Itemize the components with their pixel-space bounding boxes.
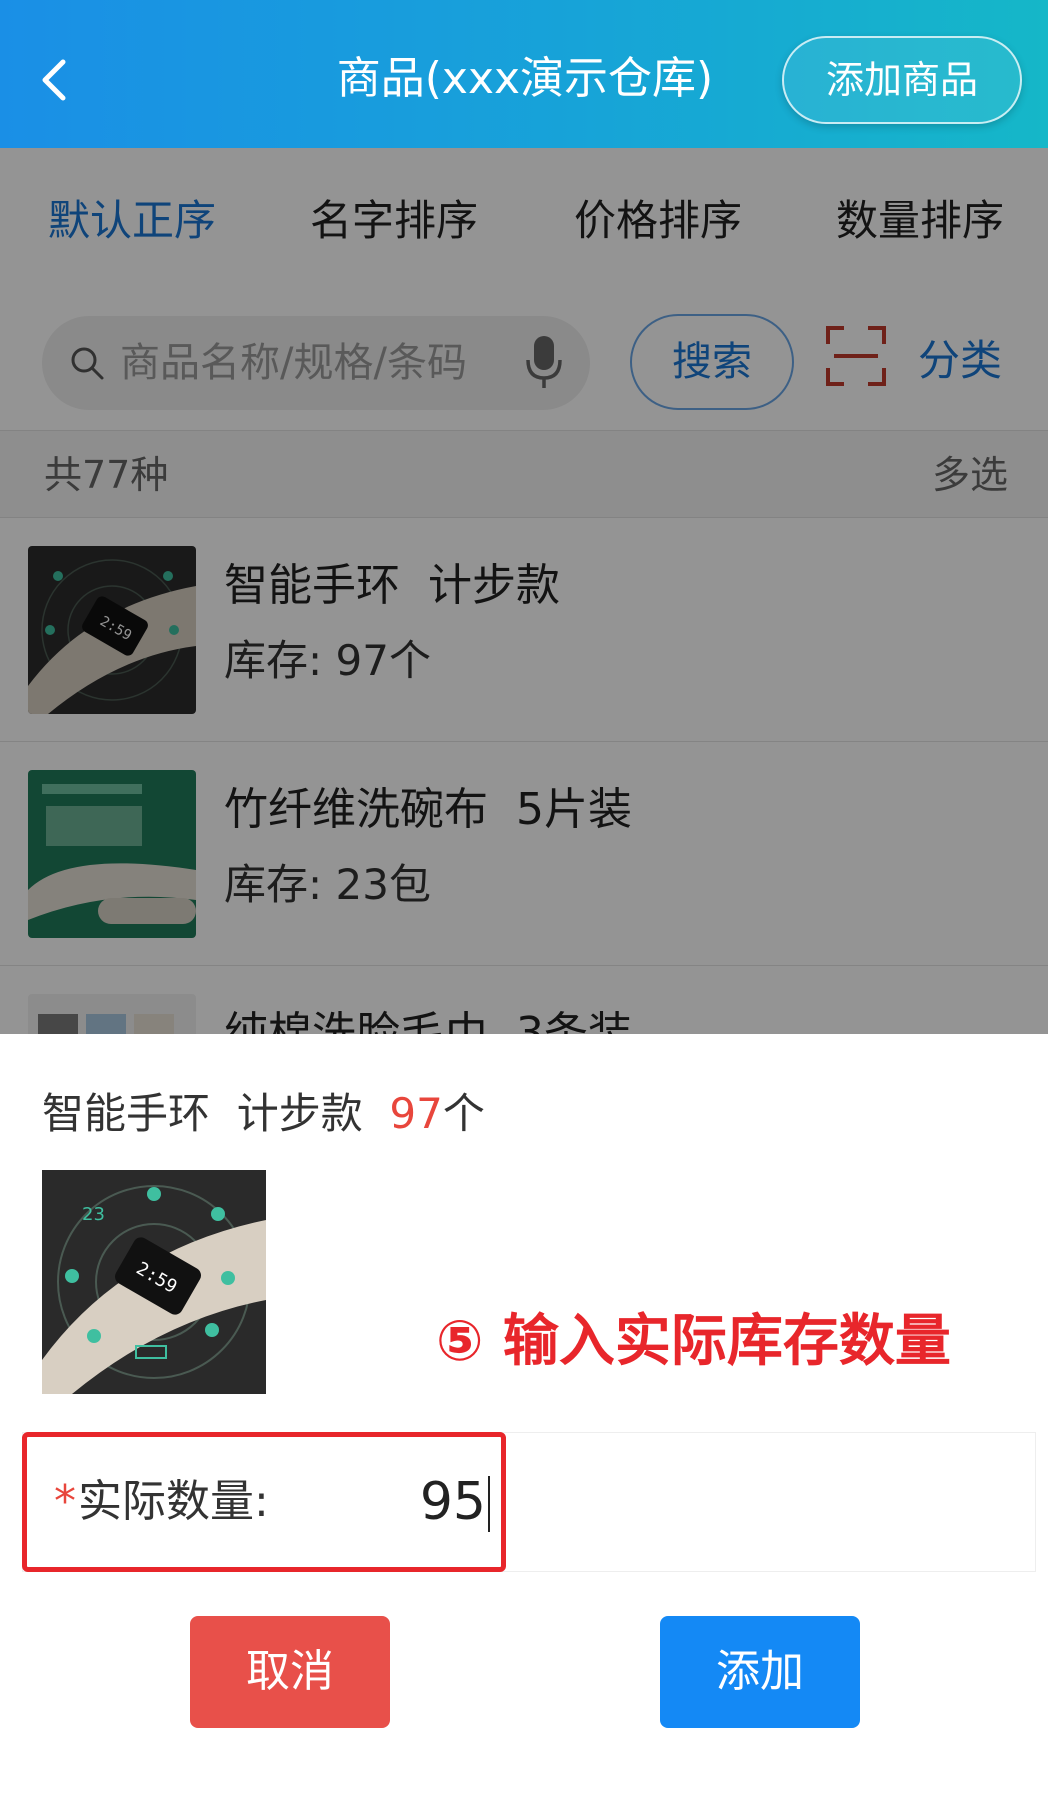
sheet-product-info: 智能手环 计步款 97个	[42, 1082, 485, 1146]
actual-quantity-input[interactable]	[332, 1466, 492, 1538]
tutorial-annotation: ⑤ 输入实际库存数量	[436, 1309, 951, 1374]
sheet-product-image: 2:59 23	[42, 1170, 266, 1394]
cancel-button[interactable]: 取消	[190, 1616, 390, 1728]
sheet-unit: 个	[442, 1089, 485, 1138]
text-cursor	[488, 1476, 490, 1532]
sheet-current-quantity: 97	[389, 1089, 443, 1138]
top-app-bar: 商品(xxx演示仓库) 添加商品	[0, 0, 1048, 148]
svg-text:23: 23	[82, 1204, 105, 1225]
actual-quantity-field: * 实际数量:	[22, 1432, 1036, 1572]
back-button[interactable]	[26, 44, 82, 116]
stock-edit-sheet: 智能手环 计步款 97个 2:59 23 ⑤ 输入实际库存数量 * 实际数量: …	[0, 1034, 1048, 1810]
chevron-left-icon	[42, 59, 66, 101]
smart-band-image: 2:59 23	[42, 1170, 266, 1394]
add-goods-button[interactable]: 添加商品	[782, 36, 1022, 124]
field-label: 实际数量:	[78, 1476, 269, 1527]
modal-backdrop[interactable]	[0, 148, 1048, 1034]
required-mark: *	[54, 1476, 76, 1527]
page-title: 商品(xxx演示仓库)	[336, 53, 714, 104]
add-button[interactable]: 添加	[660, 1616, 860, 1728]
sheet-product-name: 智能手环 计步款	[42, 1089, 363, 1138]
